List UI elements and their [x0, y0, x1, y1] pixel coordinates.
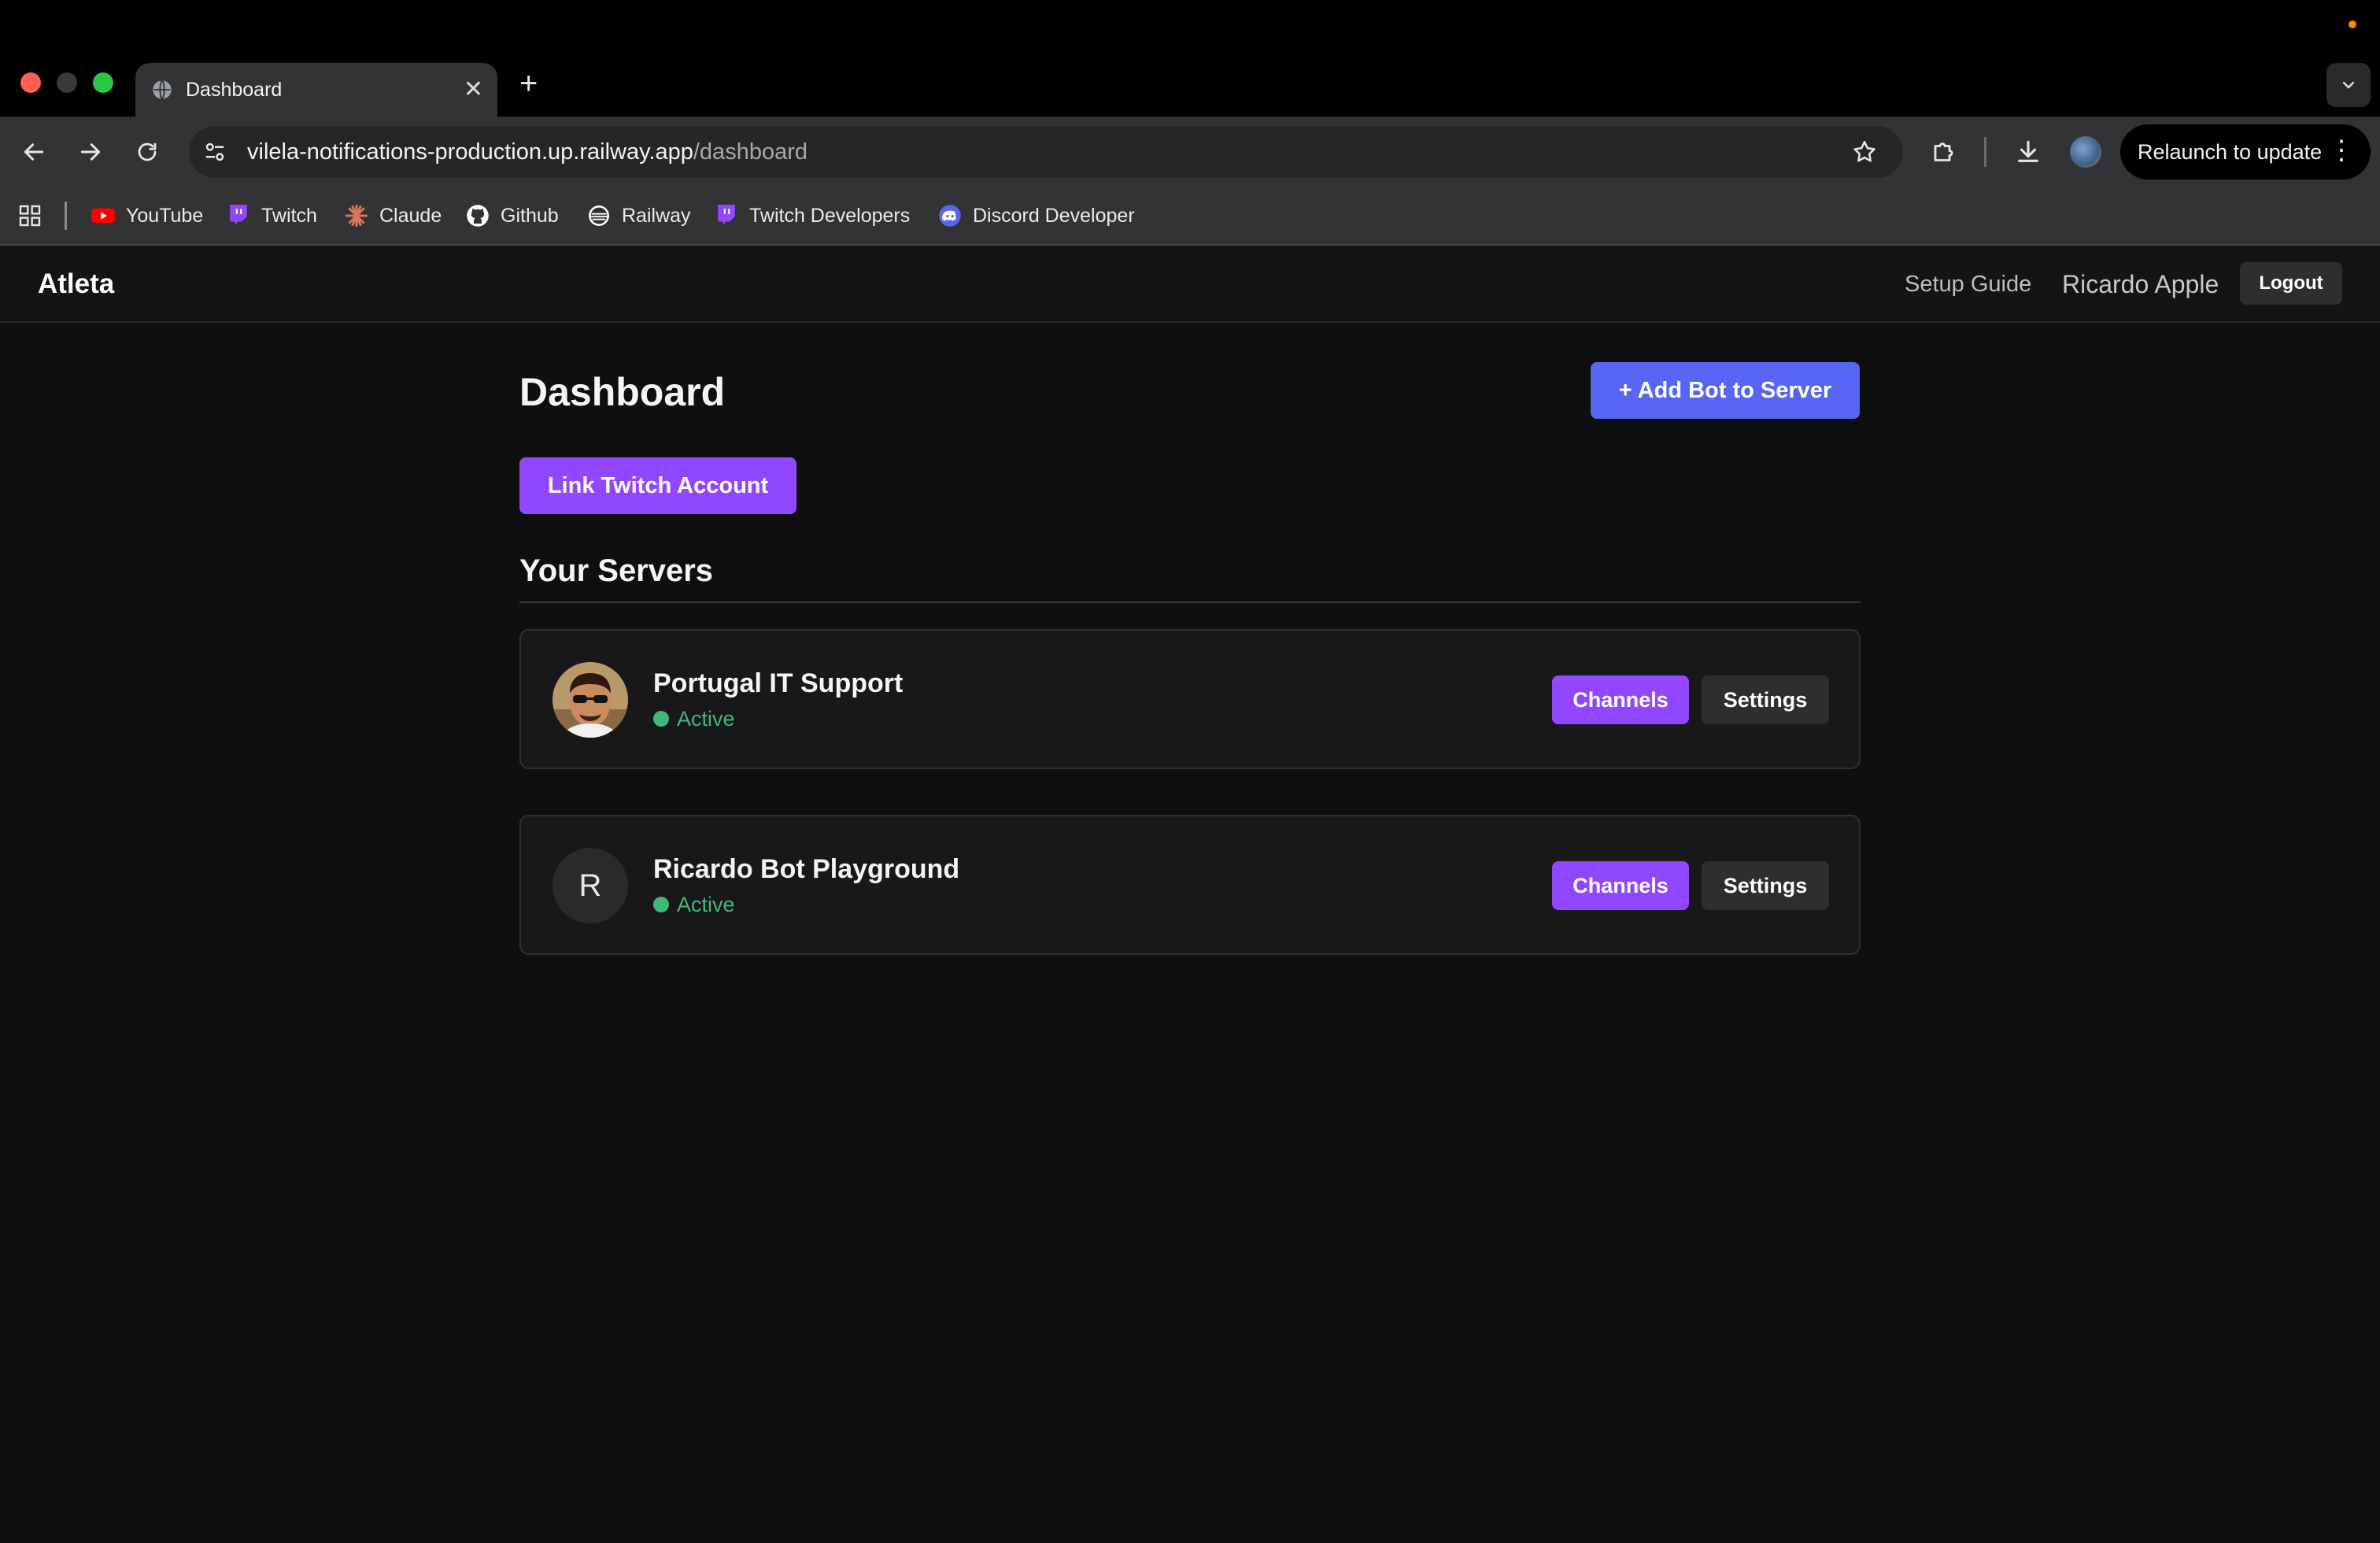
railway-icon — [587, 204, 611, 228]
reload-icon — [138, 142, 157, 161]
server-status: Active — [653, 705, 735, 733]
server-name: Portugal IT Support — [653, 668, 904, 698]
bookmark-claude[interactable]: Claude — [345, 187, 442, 244]
extensions-button[interactable] — [1927, 134, 1963, 170]
server-card: Portugal IT Support Active Channels Sett… — [519, 629, 1861, 769]
arrow-left-icon — [24, 143, 44, 161]
apps-grid-icon[interactable] — [17, 203, 42, 228]
channels-button[interactable]: Channels — [1552, 861, 1689, 910]
url-text: vilela-notifications-production.up.railw… — [247, 126, 808, 178]
toolbar-divider — [1984, 137, 1986, 167]
bookmark-label: Github — [501, 204, 559, 227]
back-button[interactable] — [16, 134, 52, 170]
status-text: Active — [677, 893, 735, 916]
bookmark-label: Discord Developer — [973, 204, 1135, 227]
user-name: Ricardo Apple — [2062, 270, 2219, 298]
url-host: vilela-notifications-production.up.railw… — [247, 139, 693, 165]
tab-title: Dashboard — [186, 79, 283, 101]
puzzle-icon — [1934, 142, 1953, 161]
arrow-right-icon — [80, 143, 101, 161]
address-bar[interactable]: vilela-notifications-production.up.railw… — [189, 126, 1903, 178]
discord-icon — [938, 204, 962, 228]
section-divider — [519, 601, 1861, 603]
minimize-window-button[interactable] — [57, 72, 77, 93]
close-window-button[interactable] — [20, 72, 41, 93]
bookmark-star-icon[interactable] — [1851, 139, 1878, 165]
bookmarks-divider — [65, 202, 67, 230]
maximize-window-button[interactable] — [93, 72, 113, 93]
logout-button[interactable]: Logout — [2240, 262, 2342, 305]
status-dot-icon — [653, 711, 669, 727]
relaunch-to-update-button[interactable]: Relaunch to update ⋮ — [2120, 124, 2371, 179]
server-photo-avatar — [552, 662, 628, 738]
globe-icon — [153, 80, 172, 100]
tab-search-button[interactable] — [2326, 63, 2371, 107]
twitch-icon — [715, 204, 738, 228]
page-title: Dashboard — [519, 370, 726, 414]
bookmark-label: YouTube — [126, 204, 204, 227]
settings-button[interactable]: Settings — [1702, 675, 1829, 724]
site-settings-icon[interactable] — [203, 140, 227, 164]
app-header: Atleta Setup Guide Ricardo Apple Logout — [0, 246, 2380, 323]
server-avatar: R — [552, 848, 628, 923]
browser-toolbar: vilela-notifications-production.up.railw… — [0, 117, 2380, 187]
reload-button[interactable] — [129, 134, 165, 170]
notification-dot — [2349, 20, 2356, 28]
bookmark-discord-developer[interactable]: Discord Developer — [938, 187, 1135, 244]
bookmarks-bar: YouTube Twitch Claude Github Railway Twi… — [0, 187, 2380, 246]
server-card: R Ricardo Bot Playground Active Channels… — [519, 815, 1861, 955]
bookmark-label: Twitch Developers — [749, 204, 911, 227]
add-bot-to-server-button[interactable]: + Add Bot to Server — [1591, 362, 1860, 419]
youtube-icon — [91, 204, 115, 228]
status-text: Active — [677, 707, 735, 731]
relaunch-label: Relaunch to update — [2138, 140, 2323, 164]
download-icon — [2018, 140, 2038, 162]
forward-button[interactable] — [72, 134, 109, 170]
downloads-button[interactable] — [2010, 134, 2046, 170]
setup-guide-link[interactable]: Setup Guide — [1905, 246, 2031, 323]
status-dot-icon — [653, 897, 669, 912]
server-avatar — [552, 662, 628, 738]
bookmark-label: Railway — [622, 204, 691, 227]
server-status: Active — [653, 890, 735, 919]
brand-logo[interactable]: Atleta — [38, 246, 114, 323]
bookmark-label: Twitch — [261, 204, 317, 227]
tab-dashboard[interactable]: Dashboard ✕ — [135, 63, 497, 117]
channels-button[interactable]: Channels — [1552, 675, 1689, 724]
bookmark-youtube[interactable]: YouTube — [91, 187, 203, 244]
bookmark-railway[interactable]: Railway — [587, 187, 691, 244]
bookmark-github[interactable]: Github — [466, 187, 559, 244]
new-tab-button[interactable]: + — [519, 63, 538, 104]
bookmark-twitch[interactable]: Twitch — [227, 187, 317, 244]
server-name: Ricardo Bot Playground — [653, 854, 960, 884]
profile-avatar[interactable] — [2070, 136, 2101, 168]
github-icon — [466, 204, 490, 228]
browser-titlebar: Dashboard ✕ + — [0, 0, 2380, 117]
more-options-icon[interactable]: ⋮ — [2328, 124, 2355, 176]
link-twitch-account-button[interactable]: Link Twitch Account — [519, 457, 796, 514]
bookmark-twitch-developers[interactable]: Twitch Developers — [715, 187, 910, 244]
settings-button[interactable]: Settings — [1702, 861, 1829, 910]
claude-icon — [345, 204, 368, 228]
chevron-down-icon — [2342, 81, 2355, 89]
bookmark-label: Claude — [379, 204, 442, 227]
close-tab-icon[interactable]: ✕ — [464, 74, 483, 105]
servers-heading: Your Servers — [519, 553, 714, 588]
twitch-icon — [227, 204, 250, 228]
url-path: /dashboard — [693, 139, 808, 165]
